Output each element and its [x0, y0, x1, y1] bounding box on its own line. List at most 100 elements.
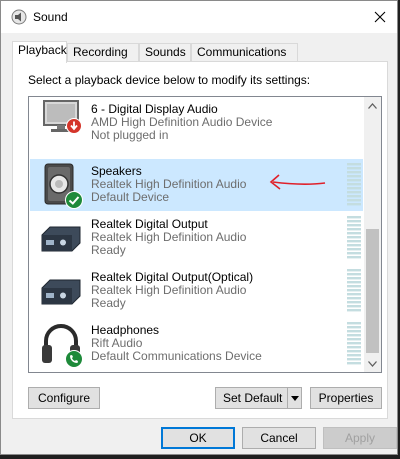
tab-communications[interactable]: Communications: [191, 43, 298, 62]
meter-segment: [347, 236, 361, 239]
communications-phone-badge-icon: [65, 350, 83, 368]
meter-segment: [347, 285, 361, 288]
device-headphones[interactable]: Headphones Rift Audio Default Communicat…: [30, 318, 363, 370]
digital-output-icon: [41, 226, 81, 252]
device-driver: Rift Audio: [91, 336, 143, 350]
chevron-down-icon: [368, 360, 377, 367]
device-name: Realtek Digital Output: [91, 217, 208, 231]
device-name: Headphones: [91, 323, 160, 337]
playback-panel: Select a playback device below to modify…: [12, 61, 388, 419]
device-driver: AMD High Definition Audio Device: [91, 115, 273, 129]
meter-segment: [347, 216, 361, 219]
meter-segment: [347, 354, 361, 357]
meter-segment: [347, 195, 361, 198]
meter-segment: [347, 289, 361, 292]
device-status: Ready: [91, 243, 126, 257]
meter-segment: [347, 338, 361, 341]
title-bar: Sound: [1, 1, 397, 33]
chevron-up-icon: [368, 102, 377, 109]
meter-segment: [347, 322, 361, 325]
device-status: Ready: [91, 296, 126, 310]
tab-playback[interactable]: Playback: [12, 41, 67, 63]
set-default-dropdown[interactable]: [287, 388, 301, 408]
meter-segment: [347, 273, 361, 276]
meter-segment: [347, 362, 361, 365]
meter-segment: [347, 232, 361, 235]
chevron-down-icon: [290, 395, 299, 401]
meter-segment: [347, 167, 361, 170]
close-button[interactable]: [363, 1, 397, 33]
device-digital-display-audio[interactable]: 6 - Digital Display Audio AMD High Defin…: [30, 97, 363, 142]
volume-meter: [347, 322, 361, 365]
device-status: Default Device: [91, 190, 170, 204]
set-default-label: Set Default: [223, 391, 283, 405]
meter-segment: [347, 224, 361, 227]
default-check-badge-icon: [65, 191, 83, 209]
meter-segment: [347, 342, 361, 345]
device-speakers[interactable]: Speakers Realtek High Definition Audio D…: [30, 159, 363, 211]
meter-segment: [347, 277, 361, 280]
meter-segment: [347, 244, 361, 247]
meter-segment: [347, 228, 361, 231]
device-list: 6 - Digital Display Audio AMD High Defin…: [28, 96, 382, 373]
meter-segment: [347, 183, 361, 186]
meter-segment: [347, 358, 361, 361]
ok-button[interactable]: OK: [161, 427, 235, 449]
meter-segment: [347, 334, 361, 337]
meter-segment: [347, 199, 361, 202]
instruction-text: Select a playback device below to modify…: [28, 73, 311, 87]
sound-dialog: Sound Playback Recording Sounds Communic…: [0, 0, 398, 455]
window-title: Sound: [33, 10, 68, 24]
volume-meter: [347, 269, 361, 312]
speaker-icon: [11, 9, 27, 25]
device-driver: Realtek High Definition Audio: [91, 283, 247, 297]
meter-segment: [347, 171, 361, 174]
meter-segment: [347, 346, 361, 349]
device-status: Default Communications Device: [91, 349, 262, 363]
device-name: Realtek Digital Output(Optical): [91, 270, 254, 284]
meter-segment: [347, 220, 361, 223]
meter-segment: [347, 269, 361, 272]
meter-segment: [347, 203, 361, 206]
device-driver: Realtek High Definition Audio: [91, 177, 247, 191]
meter-segment: [347, 305, 361, 308]
device-realtek-digital-output-optical[interactable]: Realtek Digital Output(Optical) Realtek …: [30, 265, 363, 317]
tab-sounds[interactable]: Sounds: [139, 43, 191, 62]
meter-segment: [347, 281, 361, 284]
configure-button[interactable]: Configure: [28, 387, 100, 409]
properties-button[interactable]: Properties: [310, 387, 382, 409]
close-icon: [374, 11, 386, 23]
digital-output-icon: [41, 279, 81, 305]
scrollbar-thumb[interactable]: [366, 229, 379, 353]
meter-segment: [347, 326, 361, 329]
meter-segment: [347, 309, 361, 312]
vertical-scrollbar[interactable]: [364, 97, 381, 372]
meter-segment: [347, 187, 361, 190]
meter-segment: [347, 191, 361, 194]
device-name: Speakers: [91, 164, 142, 178]
meter-segment: [347, 256, 361, 259]
cancel-button[interactable]: Cancel: [242, 427, 316, 449]
meter-segment: [347, 163, 361, 166]
device-status: Not plugged in: [91, 128, 169, 142]
set-default-split-button[interactable]: Set Default: [215, 387, 302, 409]
device-realtek-digital-output[interactable]: Realtek Digital Output Realtek High Defi…: [30, 212, 363, 264]
tab-recording[interactable]: Recording: [67, 43, 139, 62]
volume-meter: [347, 216, 361, 259]
unplugged-badge-icon: [66, 118, 82, 134]
device-name: 6 - Digital Display Audio: [91, 102, 218, 116]
meter-segment: [347, 240, 361, 243]
meter-segment: [347, 248, 361, 251]
meter-segment: [347, 330, 361, 333]
meter-segment: [347, 252, 361, 255]
meter-segment: [347, 297, 361, 300]
meter-segment: [347, 175, 361, 178]
meter-segment: [347, 293, 361, 296]
meter-segment: [347, 179, 361, 182]
apply-button[interactable]: Apply: [323, 427, 397, 449]
scroll-down-button[interactable]: [364, 355, 381, 372]
meter-segment: [347, 350, 361, 353]
scroll-up-button[interactable]: [364, 97, 381, 114]
volume-meter: [347, 163, 361, 206]
meter-segment: [347, 301, 361, 304]
